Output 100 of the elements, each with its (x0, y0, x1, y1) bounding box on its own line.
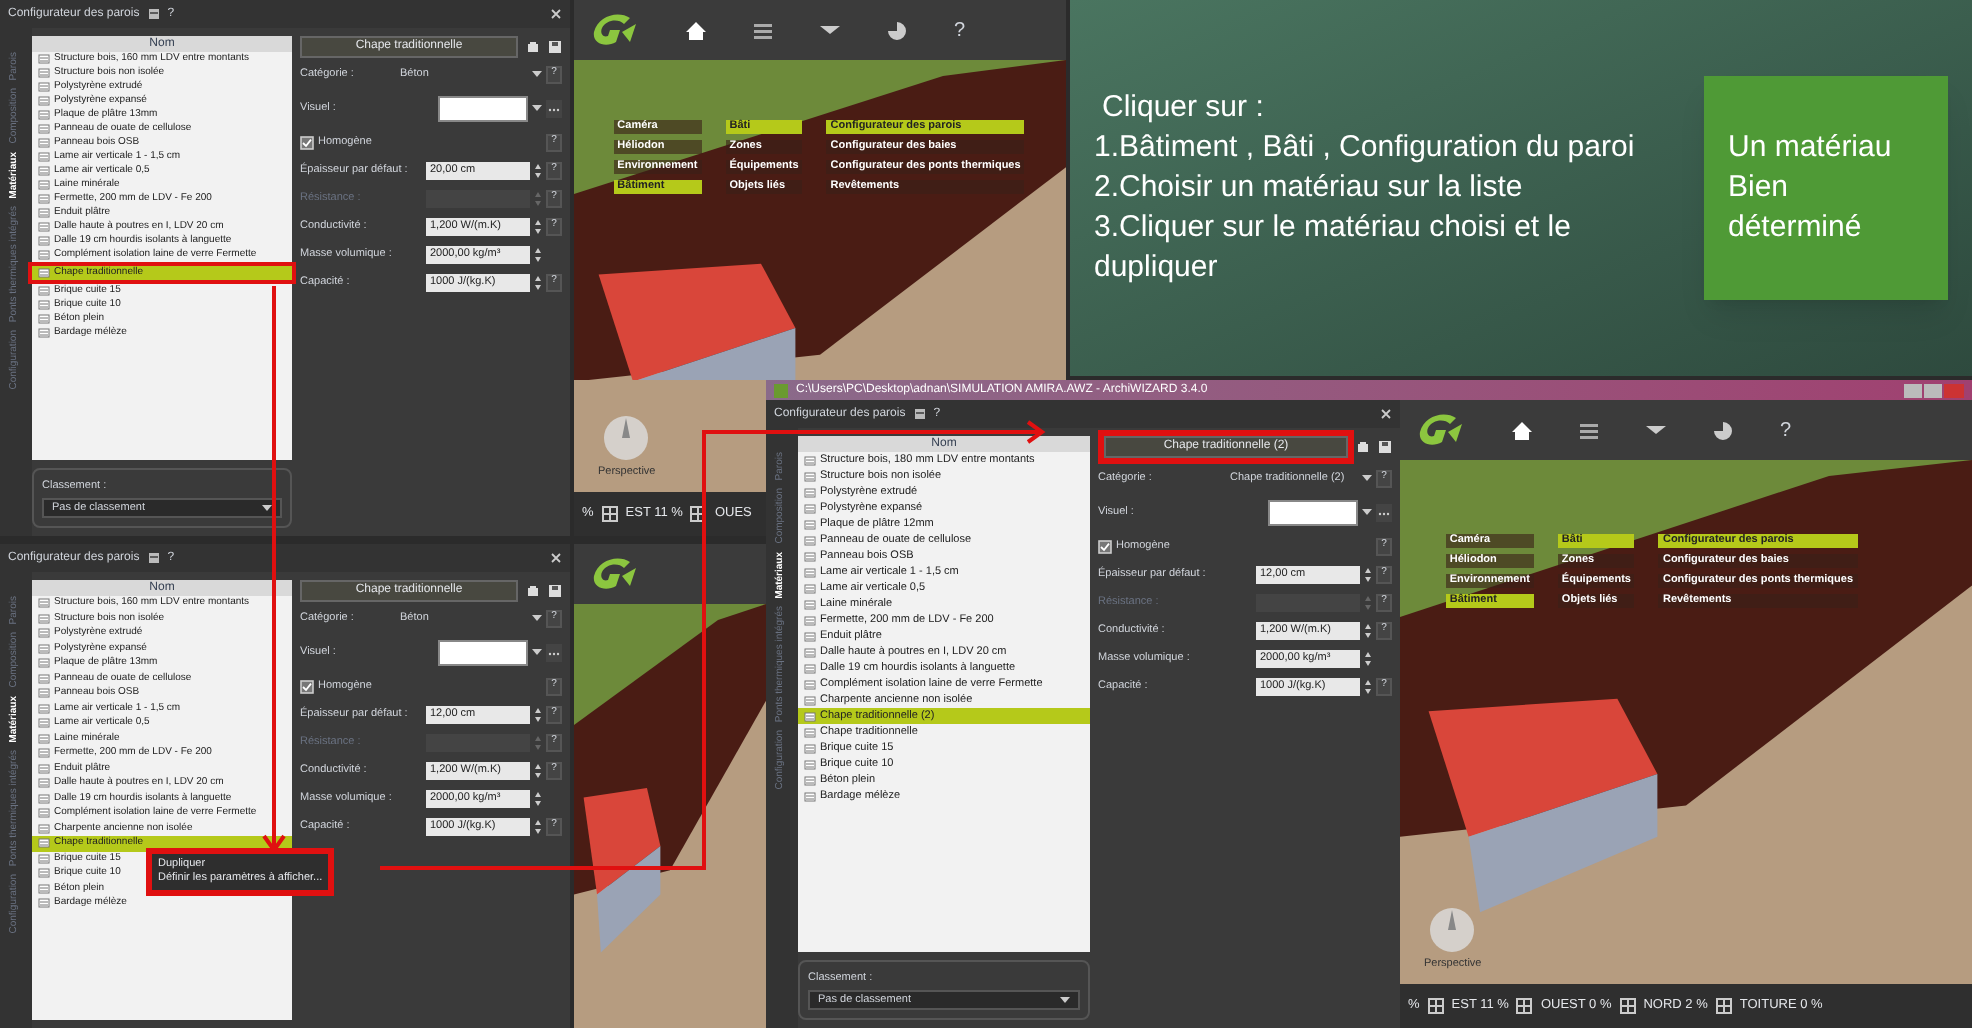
material-icon (804, 631, 816, 641)
note-text: Un matériau (1728, 128, 1894, 168)
instruction-step: 2.Choisir un matériau sur la liste (1094, 168, 1688, 208)
window-icon[interactable] (601, 506, 618, 522)
logo-icon (590, 556, 638, 592)
material-icon (804, 471, 816, 481)
more-button[interactable] (546, 99, 562, 117)
spinner-icon[interactable] (1364, 677, 1372, 695)
grid-icon[interactable] (913, 408, 926, 420)
close-icon[interactable] (550, 552, 562, 564)
checkbox[interactable] (300, 135, 314, 149)
list-icon[interactable] (1580, 421, 1598, 439)
spinner-icon[interactable] (534, 789, 542, 807)
spinner-icon[interactable] (534, 817, 542, 835)
save-icon[interactable] (548, 584, 562, 598)
logo-icon (590, 12, 638, 48)
material-icon (38, 808, 50, 819)
caret-icon[interactable] (1362, 474, 1372, 482)
material-icon (804, 455, 816, 465)
window-icon[interactable] (1619, 998, 1636, 1014)
instruction-step: 1.Bâtiment , Bâti , Configuration du paroi (1094, 128, 1688, 168)
home-icon[interactable] (1512, 421, 1532, 439)
material-icon (804, 743, 816, 753)
more-button[interactable] (1376, 503, 1392, 521)
color-swatch[interactable] (438, 95, 528, 121)
help-button[interactable]: ? (1780, 415, 1792, 445)
material-icon (804, 679, 816, 689)
help-button[interactable]: ? (954, 15, 966, 45)
material-icon (804, 599, 816, 609)
folder-icon[interactable] (526, 40, 540, 54)
list-icon[interactable] (754, 21, 772, 39)
material-icon (38, 208, 50, 218)
save-icon[interactable] (548, 40, 562, 54)
window-icon[interactable] (1516, 998, 1533, 1014)
spinner-icon[interactable] (534, 273, 542, 291)
caret-icon[interactable] (262, 504, 272, 513)
material-icon (38, 703, 50, 714)
material-icon (38, 853, 50, 864)
grid-icon[interactable] (147, 552, 160, 564)
material-icon (38, 222, 50, 232)
spinner-icon[interactable] (534, 217, 542, 235)
material-icon (38, 180, 50, 190)
material-icon (38, 658, 50, 669)
dish-icon[interactable] (1646, 424, 1666, 436)
material-icon (38, 763, 50, 774)
checkbox[interactable] (300, 679, 314, 693)
material-icon (38, 268, 50, 278)
pie-icon[interactable] (1714, 421, 1732, 439)
material-icon (38, 96, 50, 106)
folder-icon[interactable] (1356, 440, 1370, 454)
spinner-icon[interactable] (534, 761, 542, 779)
window-icon[interactable] (690, 506, 707, 522)
logo-icon (1416, 412, 1464, 448)
close-icon[interactable] (1380, 408, 1392, 420)
pie-icon[interactable] (888, 21, 906, 39)
material-icon (38, 688, 50, 699)
spinner-icon[interactable] (1364, 649, 1372, 667)
material-icon (38, 82, 50, 92)
material-icon (804, 775, 816, 785)
window-icon[interactable] (1427, 998, 1444, 1014)
material-icon (38, 166, 50, 176)
spinner-icon[interactable] (534, 705, 542, 723)
instruction-heading: Cliquer sur : (1100, 88, 1266, 128)
spinner-icon[interactable] (534, 245, 542, 263)
window-icon[interactable] (1715, 998, 1732, 1014)
caret-icon[interactable] (532, 614, 542, 622)
close-icon[interactable] (550, 8, 562, 20)
caret-icon[interactable] (1060, 996, 1070, 1005)
home-icon[interactable] (686, 21, 706, 39)
material-icon (804, 711, 816, 721)
material-icon (38, 54, 50, 64)
note-text: déterminé (1728, 208, 1864, 248)
save-icon[interactable] (1378, 440, 1392, 454)
material-icon (804, 583, 816, 593)
material-icon (38, 110, 50, 120)
material-icon (38, 598, 50, 609)
folder-icon[interactable] (526, 584, 540, 598)
color-swatch[interactable] (1268, 499, 1358, 525)
material-icon (804, 663, 816, 673)
checkbox[interactable] (1098, 539, 1112, 553)
caret-icon[interactable] (532, 70, 542, 78)
more-button[interactable] (546, 643, 562, 661)
caret-icon[interactable] (532, 104, 542, 112)
grid-icon[interactable] (147, 8, 160, 20)
material-icon (38, 838, 50, 849)
window-controls-icon[interactable] (1904, 383, 1964, 397)
material-icon (804, 551, 816, 561)
material-icon (38, 643, 50, 654)
material-icon (38, 628, 50, 639)
spinner-icon[interactable] (534, 161, 542, 179)
dish-icon[interactable] (820, 24, 840, 36)
color-swatch[interactable] (438, 639, 528, 665)
material-icon (38, 124, 50, 134)
caret-icon[interactable] (1362, 508, 1372, 516)
spinner-icon[interactable] (1364, 565, 1372, 583)
material-icon (38, 286, 50, 296)
spinner-icon[interactable] (1364, 621, 1372, 639)
caret-icon[interactable] (532, 648, 542, 656)
app-icon (774, 383, 788, 397)
material-icon (38, 718, 50, 729)
